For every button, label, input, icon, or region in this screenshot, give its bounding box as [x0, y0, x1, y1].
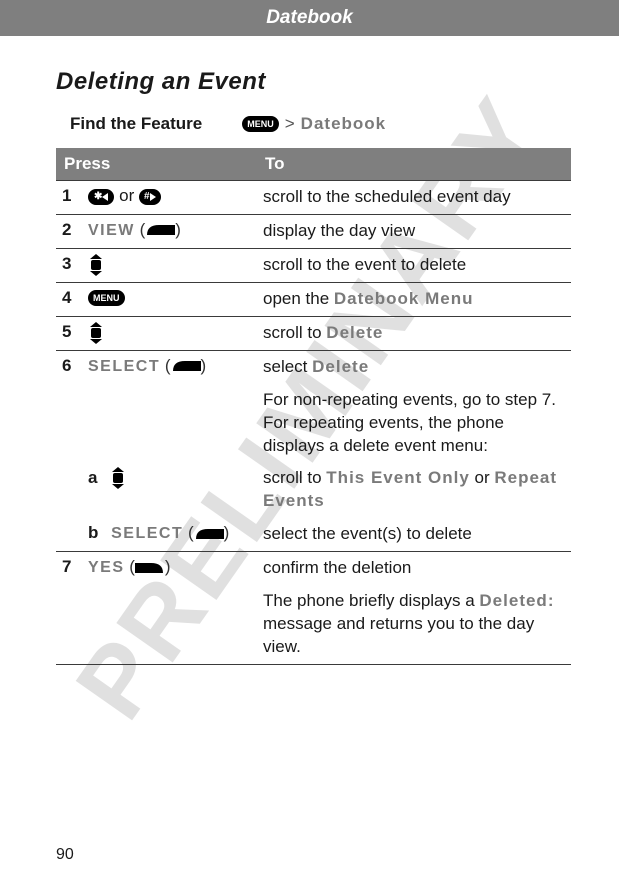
col-header-to: To	[257, 148, 571, 181]
step-description: confirm the deletion	[257, 552, 571, 585]
nav-key-icon	[88, 322, 104, 341]
step-number: 2	[56, 214, 82, 248]
substep-letter: a	[88, 468, 105, 487]
step-press: YES ( )	[82, 552, 257, 585]
find-feature-label: Find the Feature	[70, 114, 202, 134]
nav-key-icon	[110, 468, 126, 487]
softkey-label: SELECT	[88, 358, 160, 375]
step-row: 1 ✱ or # scroll to the scheduled event d…	[56, 181, 571, 215]
right-softkey-icon	[145, 220, 175, 240]
menu-key-icon: MENU	[88, 290, 125, 306]
find-feature-path: MENU > Datebook	[242, 114, 386, 134]
step-press	[82, 248, 257, 282]
step-number: 7	[56, 552, 82, 585]
step-number: 5	[56, 316, 82, 350]
substep-row: b SELECT ( ) select the event(s) to dele…	[56, 518, 571, 551]
page-number: 90	[56, 846, 74, 864]
breadcrumb-datebook: Datebook	[301, 114, 386, 134]
substep-description: scroll to This Event Only or Repeat Even…	[257, 462, 571, 518]
find-feature-row: Find the Feature MENU > Datebook	[70, 114, 571, 134]
left-softkey-icon	[135, 557, 165, 577]
softkey-label: YES	[88, 559, 125, 576]
step-row: 7 YES ( ) confirm the deletion	[56, 552, 571, 585]
step-press: ✱ or #	[82, 181, 257, 215]
step-row: 2 VIEW ( ) display the day view	[56, 214, 571, 248]
right-softkey-icon	[194, 523, 224, 543]
step-note: The phone briefly displays a Deleted: me…	[257, 585, 571, 664]
right-softkey-icon	[171, 356, 201, 376]
breadcrumb-separator: >	[285, 114, 295, 134]
step-row: 4 MENU open the Datebook Menu	[56, 282, 571, 316]
softkey-label: VIEW	[88, 222, 135, 239]
step-press	[82, 316, 257, 350]
star-key-icon: ✱	[88, 189, 114, 205]
step-note-row: The phone briefly displays a Deleted: me…	[56, 585, 571, 664]
substep-press: b SELECT ( )	[82, 518, 257, 551]
step-description: scroll to Delete	[257, 316, 571, 350]
step-row: 6 SELECT ( ) select Delete	[56, 350, 571, 383]
step-number: 3	[56, 248, 82, 282]
substep-press: a	[82, 462, 257, 518]
col-header-press: Press	[56, 148, 257, 181]
step-press: SELECT ( )	[82, 350, 257, 383]
step-press: VIEW ( )	[82, 214, 257, 248]
step-number: 4	[56, 282, 82, 316]
step-description: scroll to the scheduled event day	[257, 181, 571, 215]
step-description: open the Datebook Menu	[257, 282, 571, 316]
steps-table: Press To 1 ✱ or #	[56, 148, 571, 665]
substep-row: a scroll to This Event Only or Repeat Ev…	[56, 462, 571, 518]
step-description: select Delete	[257, 350, 571, 383]
menu-key-icon: MENU	[242, 116, 279, 132]
step-number: 6	[56, 350, 82, 383]
step-note-row: For non-repeating events, go to step 7. …	[56, 384, 571, 463]
step-press: MENU	[82, 282, 257, 316]
step-note: For non-repeating events, go to step 7. …	[257, 384, 571, 463]
softkey-label: SELECT	[111, 525, 183, 542]
step-number: 1	[56, 181, 82, 215]
chapter-header: Datebook	[0, 0, 619, 36]
substep-letter: b	[88, 523, 106, 542]
or-text: or	[119, 186, 134, 205]
step-row: 3 scroll to the event to delete	[56, 248, 571, 282]
step-description: display the day view	[257, 214, 571, 248]
step-row: 5 scroll to Delete	[56, 316, 571, 350]
substep-description: select the event(s) to delete	[257, 518, 571, 551]
chapter-title: Datebook	[266, 7, 353, 28]
step-description: scroll to the event to delete	[257, 248, 571, 282]
hash-key-icon: #	[139, 189, 161, 205]
section-heading: Deleting an Event	[56, 68, 571, 96]
nav-key-icon	[88, 254, 104, 273]
